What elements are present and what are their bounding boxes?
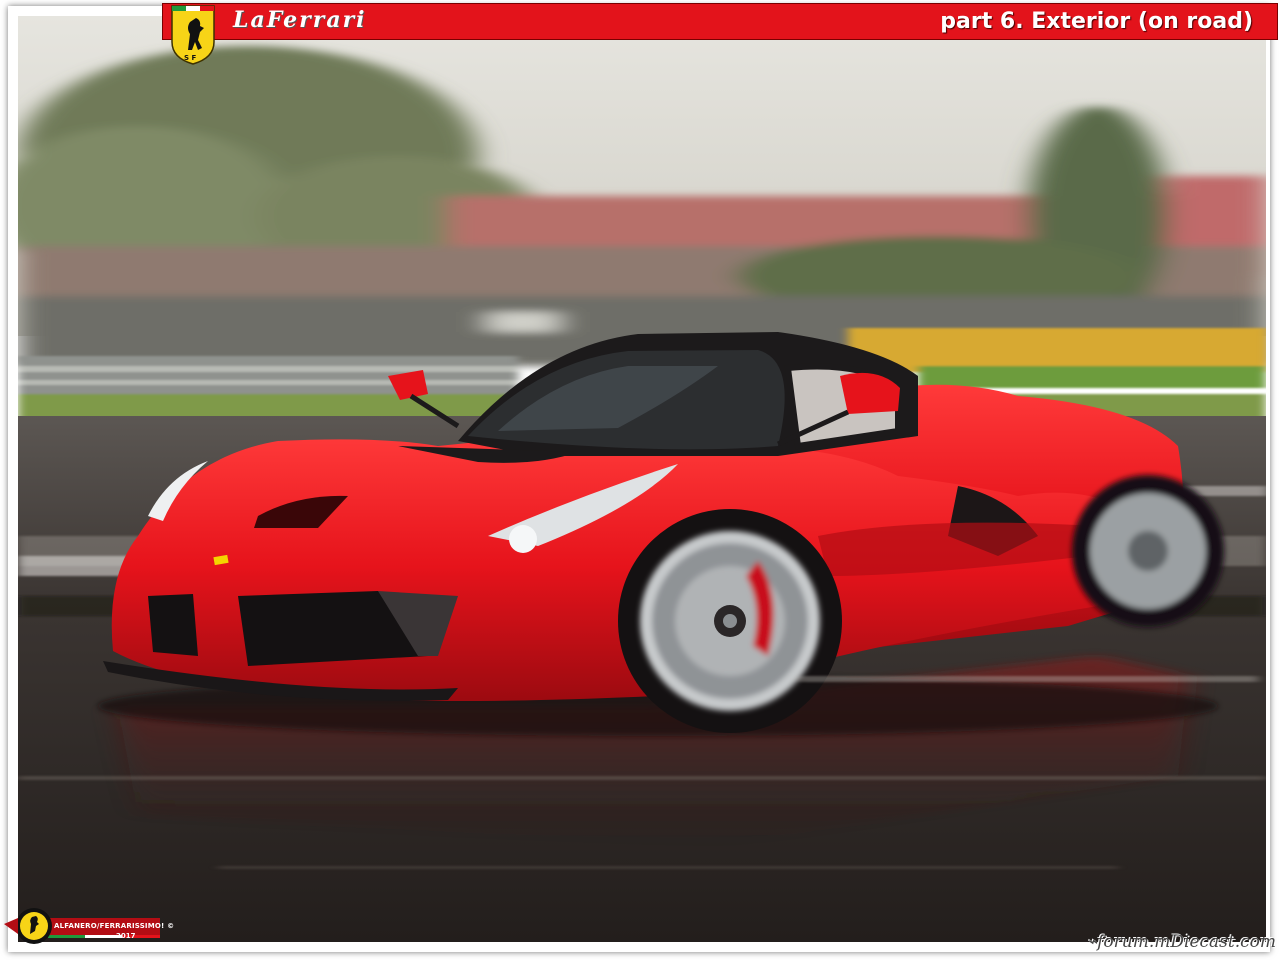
badge-year: 2017 (116, 932, 136, 940)
hero-photo (18, 16, 1266, 942)
car-photo-illustration (18, 16, 1266, 942)
brand-title: LaFerrari (233, 7, 367, 33)
svg-text:S F: S F (184, 54, 196, 62)
badge-credit: ALFANERO/FERRARISSIMO! © (54, 922, 175, 930)
section-title: part 6. Exterior (on road) (940, 9, 1253, 34)
header-bar: LaFerrari part 6. Exterior (on road) (162, 3, 1278, 40)
watermark-car-icon: ⌁ (1086, 932, 1098, 952)
prancing-horse-shield-icon: S F (171, 5, 215, 65)
watermark-text: forum.mDiecast.com (1097, 932, 1276, 952)
watermark: ⌁forum.mDiecast.com (1087, 932, 1276, 952)
